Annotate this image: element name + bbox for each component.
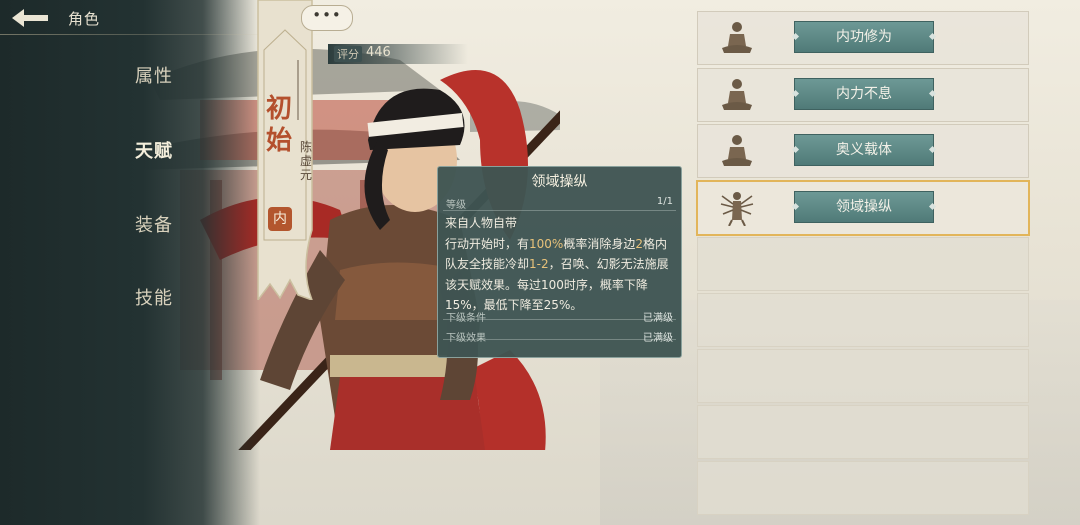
tooltip-divider — [443, 210, 676, 211]
tooltip-level-value: 1/1 — [656, 196, 673, 207]
more-options-button[interactable]: ••• — [301, 5, 353, 31]
tooltip-effect-text: 行动开始时，有100%概率消除身边2格内队友全技能冷却1-2，召唤、幻影无法施展… — [445, 236, 669, 313]
tooltip-level-label: 等级 — [446, 200, 466, 211]
tooltip-next-effect: 下级效果 已满级 — [446, 333, 673, 344]
tooltip-title: 领域操纵 — [531, 174, 588, 190]
talent-button[interactable]: 领域操纵 — [794, 191, 934, 223]
nav-item-skills[interactable]: 技能 — [135, 284, 173, 310]
left-nav-panel — [0, 0, 260, 525]
tooltip-description: 来自人物自带 行动开始时，有100%概率消除身边2格内队友全技能冷却1-2，召唤… — [445, 213, 677, 316]
meditating-figure-icon — [722, 22, 752, 53]
talent-slot-selected[interactable]: 领域操纵 — [696, 180, 1030, 236]
nav-item-equipment[interactable]: 装备 — [135, 211, 173, 237]
rank-char-bottom: 始 — [266, 126, 293, 156]
score-label: 评分 — [334, 46, 362, 62]
tooltip-source: 来自人物自带 — [445, 216, 518, 230]
talent-slot[interactable]: 内功修为 — [697, 11, 1029, 65]
character-name: 陈虚元 — [300, 140, 313, 182]
talent-tooltip: 领域操纵 等级 1/1 来自人物自带 行动开始时，有100%概率消除身边2格内队… — [437, 166, 682, 358]
talent-slot-empty[interactable] — [697, 349, 1029, 403]
internal-type-badge: 内 — [268, 207, 292, 231]
multi-armed-figure-icon — [720, 192, 754, 226]
talent-slot-empty[interactable] — [697, 405, 1029, 459]
back-arrow-icon[interactable] — [8, 6, 52, 30]
talent-button[interactable]: 内力不息 — [794, 78, 934, 110]
nav-item-attributes[interactable]: 属性 — [135, 62, 173, 88]
meditating-figure-icon — [722, 79, 752, 110]
game-screen: 角色 属性 天赋 装备 技能 初 始 陈虚元 内 ••• 评分 446 领域操纵… — [0, 0, 1080, 525]
talent-slot-empty[interactable] — [697, 461, 1029, 515]
talent-slot-empty[interactable] — [697, 293, 1029, 347]
score-value: 446 — [366, 45, 391, 60]
page-title: 角色 — [68, 10, 101, 28]
talent-slot-empty[interactable] — [697, 237, 1029, 291]
talent-button[interactable]: 内功修为 — [794, 21, 934, 53]
talent-button[interactable]: 奥义载体 — [794, 134, 934, 166]
tooltip-next-condition: 下级条件 已满级 — [446, 313, 673, 324]
meditating-figure-icon — [722, 135, 752, 166]
talent-slot[interactable]: 内力不息 — [697, 68, 1029, 122]
talent-slot[interactable]: 奥义载体 — [697, 124, 1029, 178]
nav-item-talents[interactable]: 天赋 — [135, 137, 173, 163]
